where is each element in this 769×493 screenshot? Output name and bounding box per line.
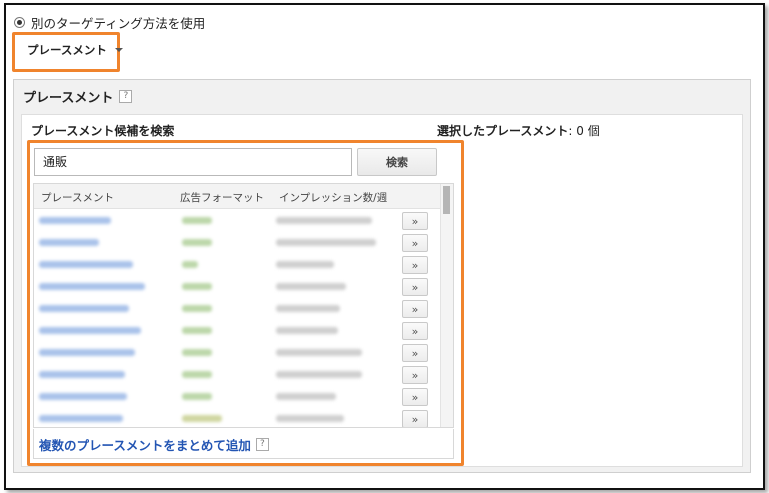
blurred-impressions (276, 305, 340, 312)
blurred-impressions (276, 415, 344, 422)
bulk-add-link-text[interactable]: 複数のプレースメントをまとめて追加 (39, 435, 251, 454)
blurred-impressions (276, 217, 372, 224)
blurred-impressions (276, 239, 376, 246)
panel-title: プレースメント ? (23, 87, 133, 106)
add-placement-button[interactable]: » (402, 212, 428, 230)
blurred-placement (39, 217, 111, 224)
table-row: » (34, 232, 439, 254)
blurred-format (182, 327, 212, 334)
placement-table: プレースメント 広告フォーマット インプレッション数/週 » » » » » » (33, 183, 454, 428)
blurred-format (182, 261, 198, 268)
blurred-placement (39, 261, 133, 268)
table-scrollbar[interactable] (440, 184, 453, 427)
add-placement-button[interactable]: » (402, 256, 428, 274)
selected-heading: 選択したプレースメント: 0 個 (437, 122, 600, 139)
scrollbar-thumb[interactable] (443, 186, 450, 214)
search-input[interactable]: 通販 (34, 148, 352, 176)
blurred-placement (39, 415, 123, 422)
search-heading: プレースメント候補を検索 (31, 124, 175, 138)
blurred-impressions (276, 283, 346, 290)
add-placement-button[interactable]: » (402, 322, 428, 340)
bulk-add-row: 複数のプレースメントをまとめて追加 ? (33, 429, 454, 459)
radio-label: 別のターゲティング方法を使用 (31, 15, 206, 31)
blurred-format (182, 349, 212, 356)
blurred-format (182, 239, 212, 246)
blurred-format (182, 415, 222, 422)
help-icon[interactable]: ? (255, 438, 269, 451)
table-row: » (34, 210, 439, 232)
bulk-add-link[interactable]: 複数のプレースメントをまとめて追加 ? (39, 435, 269, 454)
search-button[interactable]: 検索 (357, 148, 437, 176)
selected-label: 選択したプレースメント (437, 124, 569, 138)
blurred-impressions (276, 371, 362, 378)
radio-button[interactable] (14, 16, 25, 28)
blurred-placement (39, 305, 129, 312)
blurred-placement (39, 393, 127, 400)
add-placement-button[interactable]: » (402, 300, 428, 318)
add-placement-button[interactable]: » (402, 410, 428, 427)
add-placement-button[interactable]: » (402, 234, 428, 252)
table-header: プレースメント 広告フォーマット インプレッション数/週 (34, 184, 453, 209)
placement-dropdown[interactable]: プレースメント (19, 38, 131, 62)
blurred-placement (39, 349, 135, 356)
table-row: » (34, 276, 439, 298)
blurred-format (182, 305, 212, 312)
blurred-format (182, 217, 212, 224)
targeting-radio-row[interactable]: 別のターゲティング方法を使用 (14, 13, 205, 31)
table-row: » (34, 342, 439, 364)
chevron-down-icon (114, 48, 123, 52)
table-row: » (34, 320, 439, 342)
blurred-impressions (276, 327, 338, 334)
blurred-placement (39, 371, 125, 378)
table-row: » (34, 298, 439, 320)
selected-count: : 0 個 (568, 124, 600, 138)
column-header-ad-format: 広告フォーマット (180, 192, 264, 204)
blurred-placement (39, 327, 141, 334)
table-row: » (34, 254, 439, 276)
blurred-placement (39, 239, 99, 246)
table-row: » (34, 364, 439, 386)
add-placement-button[interactable]: » (402, 344, 428, 362)
add-placement-button[interactable]: » (402, 366, 428, 384)
blurred-format (182, 283, 212, 290)
panel-title-text: プレースメント (23, 91, 114, 106)
table-row: » (34, 408, 439, 427)
table-row: » (34, 386, 439, 408)
add-placement-button[interactable]: » (402, 388, 428, 406)
dropdown-label: プレースメント (27, 43, 107, 57)
add-placement-button[interactable]: » (402, 278, 428, 296)
help-icon[interactable]: ? (119, 90, 133, 103)
blurred-placement (39, 283, 145, 290)
blurred-format (182, 371, 212, 378)
column-header-impressions: インプレッション数/週 (279, 192, 388, 204)
blurred-impressions (276, 349, 362, 356)
blurred-format (182, 393, 212, 400)
blurred-impressions (276, 261, 334, 268)
blurred-impressions (276, 393, 336, 400)
column-header-placement: プレースメント (41, 192, 114, 204)
